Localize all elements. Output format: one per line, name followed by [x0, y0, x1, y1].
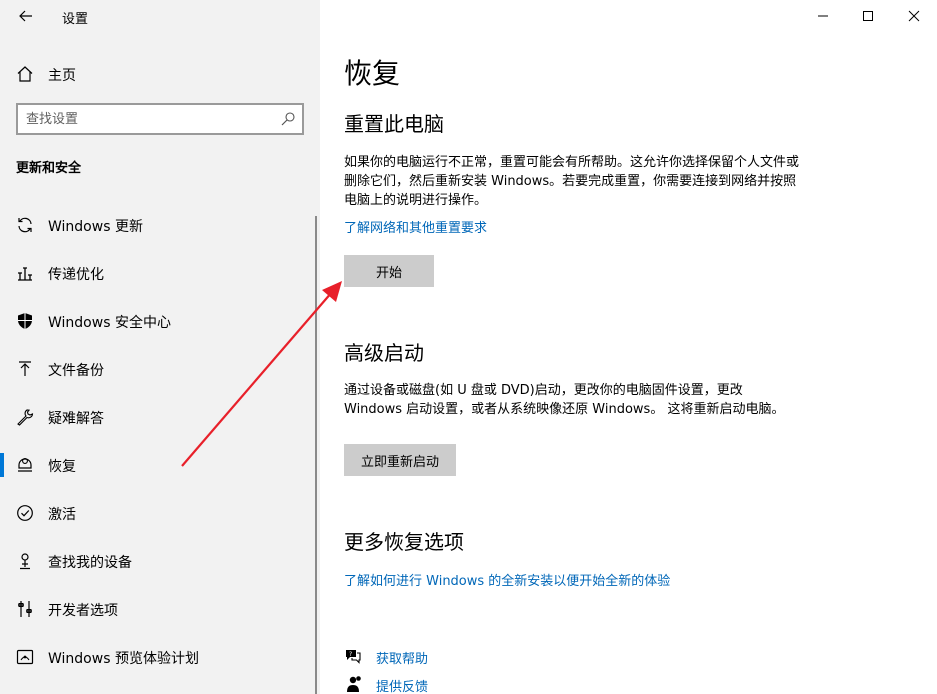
svg-text:?: ? [349, 651, 352, 658]
reset-requirements-link[interactable]: 了解网络和其他重置要求 [344, 217, 487, 236]
feedback-label: 提供反馈 [376, 680, 429, 694]
get-help-link[interactable]: ? 获取帮助 [344, 646, 464, 668]
back-button[interactable] [14, 4, 38, 28]
sidebar-item-home[interactable]: 主页 [0, 58, 320, 90]
sidebar-item-delivery-optimization[interactable]: 传递优化 [0, 255, 320, 303]
reset-description: 如果你的电脑运行不正常，重置可能会有所帮助。这允许你选择保留个人文件或删除它们，… [344, 155, 800, 208]
check-circle-icon [17, 505, 33, 521]
app-title: 设置 [62, 12, 89, 27]
restart-now-button[interactable]: 立即重新启动 [344, 444, 456, 476]
advanced-startup-description: 通过设备或磁盘(如 U 盘或 DVD)启动，更改你的电脑固件设置，更改 Wind… [344, 383, 785, 417]
active-indicator [0, 453, 4, 477]
sidebar-item-recovery[interactable]: 恢复 [0, 447, 320, 495]
developer-icon [18, 601, 32, 617]
sidebar-item-label: 恢复 [48, 459, 76, 475]
sidebar-item-find-device[interactable]: 查找我的设备 [0, 543, 320, 591]
feedback-icon [347, 676, 361, 692]
sidebar-nav: Windows 更新 传递优化 Windows 安全中心 文件备份 疑难解答 恢… [0, 207, 320, 687]
sidebar-item-label: 主页 [48, 68, 76, 84]
sidebar-item-activation[interactable]: 激活 [0, 495, 320, 543]
sidebar-item-label: Windows 更新 [48, 219, 143, 235]
sidebar-item-label: 文件备份 [48, 363, 104, 379]
insider-icon [16, 649, 34, 665]
sidebar-item-troubleshoot[interactable]: 疑难解答 [0, 399, 320, 447]
more-options-heading: 更多恢复选项 [344, 530, 464, 554]
home-icon [17, 66, 33, 82]
sidebar-item-developer[interactable]: 开发者选项 [0, 591, 320, 639]
find-device-icon [20, 553, 30, 570]
search-icon[interactable] [280, 111, 296, 127]
reset-start-button[interactable]: 开始 [344, 255, 434, 287]
main-content: 恢复 重置此电脑 如果你的电脑运行不正常，重置可能会有所帮助。这允许你选择保留个… [320, 0, 937, 694]
sync-icon [18, 217, 32, 233]
sidebar: 设置 主页 更新和安全 Windows 更新 传递优化 [0, 0, 320, 694]
clean-install-link[interactable]: 了解如何进行 Windows 的全新安装以便开始全新的体验 [344, 570, 670, 589]
close-icon [908, 10, 920, 22]
sidebar-item-label: 查找我的设备 [48, 555, 132, 571]
back-arrow-icon [19, 10, 32, 22]
sidebar-item-label: Windows 预览体验计划 [48, 651, 199, 667]
sidebar-scrollbar[interactable] [315, 216, 317, 694]
page-title: 恢复 [344, 57, 401, 90]
sidebar-item-security[interactable]: Windows 安全中心 [0, 303, 320, 351]
sidebar-item-backup[interactable]: 文件备份 [0, 351, 320, 399]
recovery-icon [18, 458, 32, 472]
advanced-startup-heading: 高级启动 [344, 341, 424, 365]
sidebar-item-windows-update[interactable]: Windows 更新 [0, 207, 320, 255]
sidebar-item-label: 开发者选项 [48, 603, 118, 619]
minimize-button[interactable] [800, 0, 846, 32]
sidebar-item-label: 传递优化 [48, 267, 104, 283]
sidebar-item-insider[interactable]: Windows 预览体验计划 [0, 639, 320, 687]
feedback-link[interactable]: 提供反馈 [344, 674, 464, 694]
get-help-label: 获取帮助 [376, 652, 429, 667]
chat-help-icon: ? [346, 650, 361, 664]
delivery-optimization-icon [18, 267, 32, 281]
minimize-icon [818, 15, 828, 17]
sidebar-item-label: 疑难解答 [48, 411, 104, 427]
maximize-button[interactable] [845, 0, 891, 32]
section-title: 更新和安全 [16, 161, 82, 176]
backup-icon [19, 361, 31, 376]
shield-icon [18, 313, 32, 329]
close-button[interactable] [891, 0, 937, 32]
sidebar-item-label: 激活 [48, 507, 76, 523]
reset-heading: 重置此电脑 [344, 112, 444, 136]
search-input[interactable] [26, 109, 266, 129]
wrench-icon [17, 409, 34, 426]
maximize-icon [863, 11, 873, 21]
search-box [16, 103, 304, 135]
sidebar-item-label: Windows 安全中心 [48, 315, 171, 331]
